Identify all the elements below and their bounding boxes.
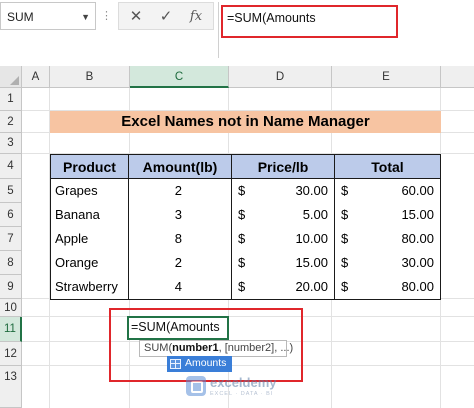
cell-total[interactable]: $15.00 — [335, 203, 441, 228]
function-tooltip[interactable]: SUM(number1, [number2], ...) — [139, 340, 293, 357]
row-header-12[interactable]: 12 — [0, 342, 22, 366]
select-all-corner[interactable] — [0, 66, 22, 88]
row-header-6[interactable]: 6 — [0, 203, 22, 227]
currency-symbol: $ — [341, 255, 349, 270]
header-total[interactable]: Total — [335, 154, 441, 179]
header-amount[interactable]: Amount(lb) — [129, 154, 232, 179]
row-header-9[interactable]: 9 — [0, 275, 22, 299]
formula-highlight-box — [221, 5, 398, 38]
price-value: 30.00 — [295, 183, 328, 198]
chevron-down-icon[interactable]: ▼ — [81, 12, 90, 22]
name-box-value: SUM — [7, 10, 34, 24]
select-all-icon — [10, 76, 19, 85]
price-value: 20.00 — [295, 279, 328, 294]
name-box[interactable]: SUM ▼ — [0, 2, 96, 30]
cell-price[interactable]: $10.00 — [232, 227, 335, 252]
column-header-d[interactable]: D — [229, 66, 332, 88]
watermark-tagline: EXCEL · DATA · BI — [210, 391, 274, 397]
total-value: 60.00 — [401, 183, 434, 198]
cell-total[interactable]: $30.00 — [335, 251, 441, 276]
currency-symbol: $ — [238, 207, 246, 222]
formula-buttons: ✕ ✓ fx — [118, 2, 214, 30]
cell-product[interactable]: Strawberry — [50, 275, 129, 300]
cell-price[interactable]: $30.00 — [232, 179, 335, 204]
cell-price[interactable]: $15.00 — [232, 251, 335, 276]
cell-product[interactable]: Banana — [50, 203, 129, 228]
row-header-10[interactable]: 10 — [0, 299, 22, 317]
cell-amount[interactable]: 4 — [129, 275, 232, 300]
row-header-3[interactable]: 3 — [0, 133, 22, 154]
cell-total[interactable]: $60.00 — [335, 179, 441, 204]
row-header-1[interactable]: 1 — [0, 88, 22, 111]
exceldemy-logo-icon — [186, 376, 206, 396]
cancel-icon[interactable]: ✕ — [125, 6, 147, 28]
sheet-title[interactable]: Excel Names not in Name Manager — [50, 111, 441, 133]
price-value: 15.00 — [295, 255, 328, 270]
column-header-e[interactable]: E — [332, 66, 441, 88]
total-value: 30.00 — [401, 255, 434, 270]
header-price[interactable]: Price/lb — [232, 154, 335, 179]
row-header-13[interactable]: 13 — [0, 366, 22, 408]
column-header-a[interactable]: A — [22, 66, 50, 88]
currency-symbol: $ — [238, 231, 246, 246]
cell-total[interactable]: $80.00 — [335, 275, 441, 300]
cell-amount[interactable]: 3 — [129, 203, 232, 228]
cell-amount[interactable]: 2 — [129, 251, 232, 276]
more-icon: ⋮ — [101, 10, 112, 22]
currency-symbol: $ — [238, 279, 246, 294]
total-value: 80.00 — [401, 231, 434, 246]
row-header-8[interactable]: 8 — [0, 251, 22, 275]
column-header-b[interactable]: B — [50, 66, 130, 88]
cell-total[interactable]: $80.00 — [335, 227, 441, 252]
formula-bar: SUM ▼ ⋮ ✕ ✓ fx =SUM(Amounts — [0, 0, 474, 58]
watermark: exceldemy EXCEL · DATA · BI — [186, 374, 326, 404]
tooltip-rest-args: , [number2], ...) — [218, 342, 294, 354]
total-value: 15.00 — [401, 207, 434, 222]
header-product[interactable]: Product — [50, 154, 129, 179]
worksheet-grid: A B C D E 1 2 3 4 5 6 7 8 9 10 11 12 13 … — [0, 66, 474, 408]
price-value: 10.00 — [295, 231, 328, 246]
enter-icon[interactable]: ✓ — [155, 6, 177, 28]
row-header-4[interactable]: 4 — [0, 154, 22, 179]
column-header-c[interactable]: C — [130, 66, 229, 88]
currency-symbol: $ — [238, 255, 246, 270]
cell-product[interactable]: Grapes — [50, 179, 129, 204]
currency-symbol: $ — [341, 207, 349, 222]
column-header-f[interactable] — [441, 66, 474, 88]
tooltip-function: SUM( — [144, 342, 173, 354]
tooltip-current-arg: number1 — [172, 342, 219, 354]
watermark-name: exceldemy — [210, 375, 277, 390]
cell-product[interactable]: Apple — [50, 227, 129, 252]
cell-amount[interactable]: 2 — [129, 179, 232, 204]
total-value: 80.00 — [401, 279, 434, 294]
cell-price[interactable]: $5.00 — [232, 203, 335, 228]
cell-product[interactable]: Orange — [50, 251, 129, 276]
row-header-11[interactable]: 11 — [0, 317, 22, 342]
currency-symbol: $ — [341, 183, 349, 198]
row-header-2[interactable]: 2 — [0, 111, 22, 133]
currency-symbol: $ — [238, 183, 246, 198]
active-edit-cell[interactable]: =SUM(Amounts — [127, 316, 229, 340]
row-header-7[interactable]: 7 — [0, 227, 22, 251]
row-header-5[interactable]: 5 — [0, 179, 22, 203]
price-value: 5.00 — [302, 207, 328, 222]
autocomplete-item-amounts[interactable]: Amounts — [167, 356, 232, 372]
autocomplete-label: Amounts — [185, 357, 227, 369]
insert-function-icon[interactable]: fx — [185, 6, 207, 28]
currency-symbol: $ — [341, 279, 349, 294]
cell-amount[interactable]: 8 — [129, 227, 232, 252]
currency-symbol: $ — [341, 231, 349, 246]
cell-price[interactable]: $20.00 — [232, 275, 335, 300]
named-range-icon — [170, 359, 181, 369]
